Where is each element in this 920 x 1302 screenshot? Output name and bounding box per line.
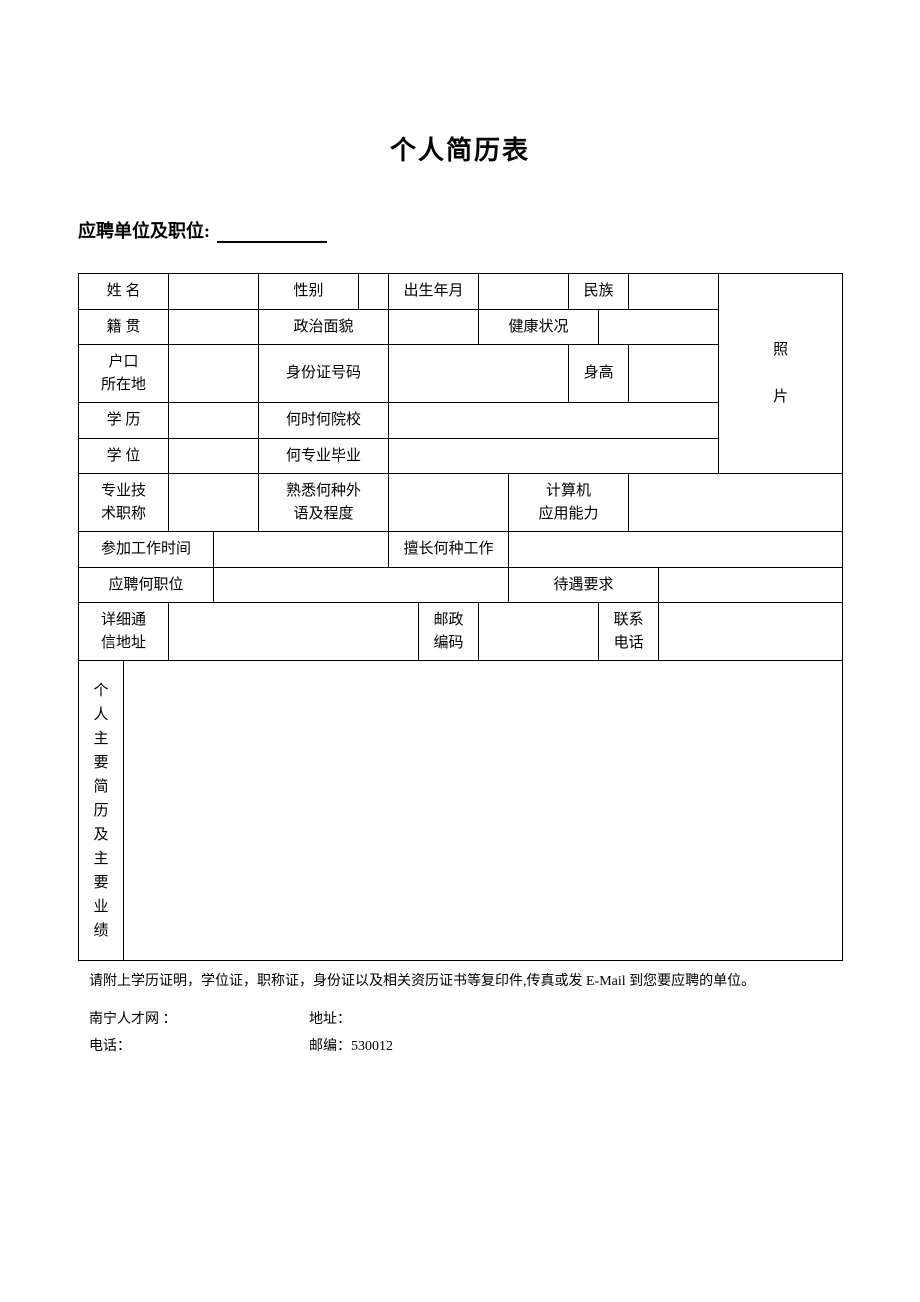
- label-height: 身高: [569, 345, 629, 403]
- footer-columns: 南宁人才网 ： 电话： 地址： 邮编：530012: [89, 1007, 831, 1060]
- field-addr[interactable]: [169, 603, 419, 661]
- field-origin[interactable]: [169, 309, 259, 345]
- field-gender[interactable]: [359, 274, 389, 310]
- field-bio[interactable]: [124, 661, 843, 961]
- label-ethnic: 民族: [569, 274, 629, 310]
- field-computer[interactable]: [629, 474, 843, 532]
- field-phone[interactable]: [659, 603, 843, 661]
- label-postcode: 邮政编码: [419, 603, 479, 661]
- label-origin: 籍 贯: [79, 309, 169, 345]
- label-politics: 政治面貌: [259, 309, 389, 345]
- field-height[interactable]: [629, 345, 719, 403]
- field-idnum[interactable]: [389, 345, 569, 403]
- photo-label-2: 片: [723, 385, 838, 409]
- label-schoolwhen: 何时何院校: [259, 403, 389, 439]
- field-applypos[interactable]: [214, 567, 509, 603]
- field-politics[interactable]: [389, 309, 479, 345]
- label-lang: 熟悉何种外语及程度: [259, 474, 389, 532]
- field-goodat[interactable]: [509, 532, 843, 568]
- subtitle-label: 应聘单位及职位:: [78, 221, 210, 241]
- field-health[interactable]: [599, 309, 719, 345]
- footer-tel: 电话：: [89, 1034, 309, 1061]
- label-worktime: 参加工作时间: [79, 532, 214, 568]
- field-lang[interactable]: [389, 474, 509, 532]
- label-birth: 出生年月: [389, 274, 479, 310]
- label-bio: 个人主要简历及主要业绩: [79, 661, 124, 961]
- field-majorgrad[interactable]: [389, 438, 719, 474]
- photo-label-1: 照: [723, 338, 838, 362]
- label-majorgrad: 何专业毕业: [259, 438, 389, 474]
- field-postcode[interactable]: [479, 603, 599, 661]
- label-addr: 详细通信地址: [79, 603, 169, 661]
- label-edu: 学 历: [79, 403, 169, 439]
- field-birth[interactable]: [479, 274, 569, 310]
- field-techtitle[interactable]: [169, 474, 259, 532]
- field-edu[interactable]: [169, 403, 259, 439]
- field-salary[interactable]: [659, 567, 843, 603]
- field-hukou[interactable]: [169, 345, 259, 403]
- footer-zip: 邮编：530012: [309, 1034, 831, 1061]
- field-ethnic[interactable]: [629, 274, 719, 310]
- page-title: 个人简历表: [78, 130, 842, 167]
- label-hukou: 户口所在地: [79, 345, 169, 403]
- footer-addr: 地址：: [309, 1007, 831, 1034]
- label-degree: 学 位: [79, 438, 169, 474]
- field-schoolwhen[interactable]: [389, 403, 719, 439]
- label-computer: 计算机应用能力: [509, 474, 629, 532]
- label-idnum: 身份证号码: [259, 345, 389, 403]
- resume-table: 姓 名 性别 出生年月 民族 照 片 籍 贯 政治面貌 健康状况: [78, 273, 843, 961]
- label-salary: 待遇要求: [509, 567, 659, 603]
- field-worktime[interactable]: [214, 532, 389, 568]
- field-degree[interactable]: [169, 438, 259, 474]
- field-name[interactable]: [169, 274, 259, 310]
- subtitle-row: 应聘单位及职位:: [78, 217, 842, 243]
- label-techtitle: 专业技术职称: [79, 474, 169, 532]
- label-phone: 联系电话: [599, 603, 659, 661]
- label-applypos: 应聘何职位: [79, 567, 214, 603]
- label-name: 姓 名: [79, 274, 169, 310]
- label-health: 健康状况: [479, 309, 599, 345]
- label-goodat: 擅长何种工作: [389, 532, 509, 568]
- footer-note: 请附上学历证明，学位证，职称证，身份证以及相关资历证书等复印件,传真或发 E-M…: [89, 971, 831, 993]
- photo-cell[interactable]: 照 片: [719, 274, 843, 474]
- subtitle-underline[interactable]: [217, 225, 327, 243]
- footer-site: 南宁人才网 ：: [89, 1007, 309, 1034]
- label-gender: 性别: [259, 274, 359, 310]
